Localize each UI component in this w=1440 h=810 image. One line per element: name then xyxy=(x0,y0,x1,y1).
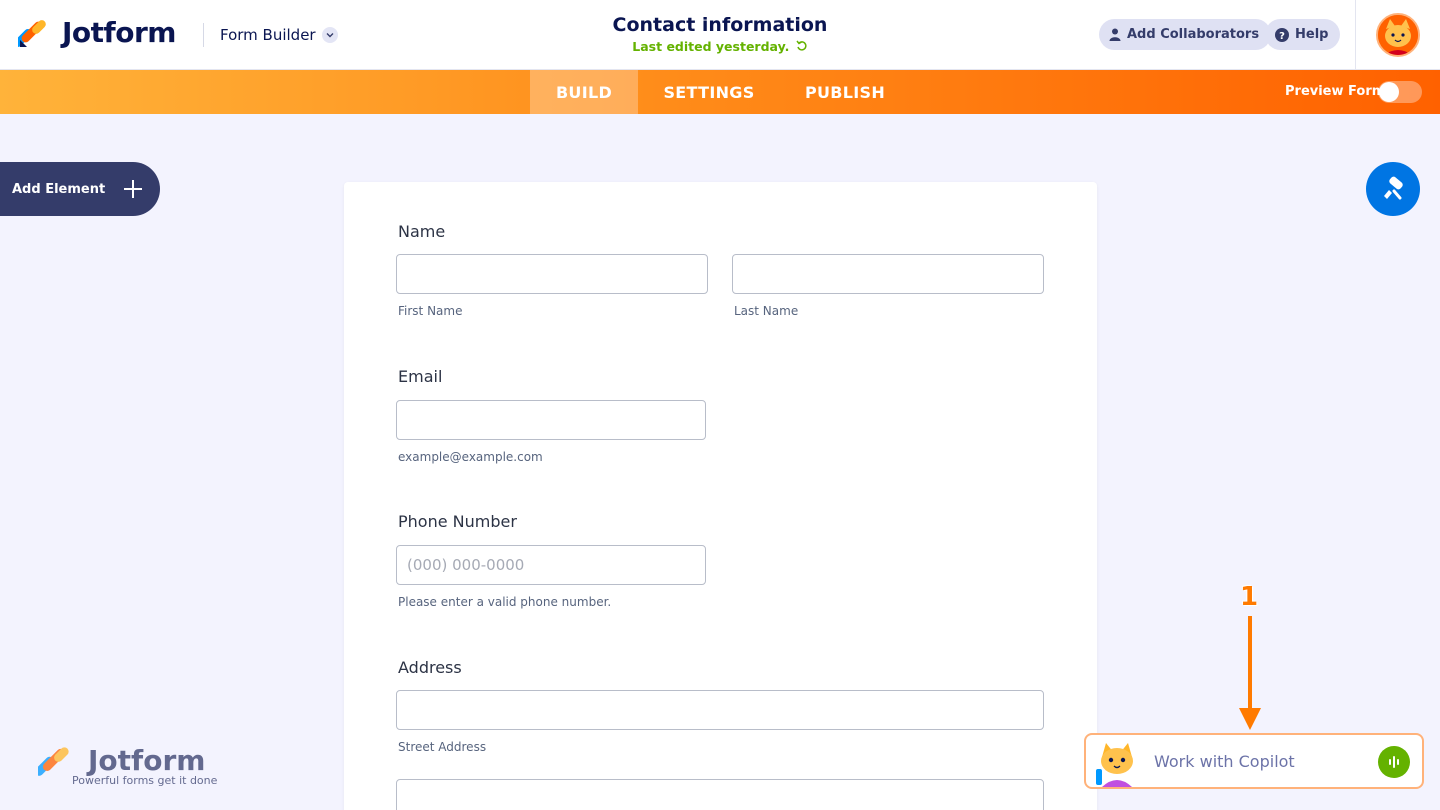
brand-name: Jotform xyxy=(62,16,176,49)
add-collaborators-button[interactable]: Add Collaborators xyxy=(1099,19,1272,50)
last-edited-status: Last edited yesterday. xyxy=(560,39,880,54)
top-header: Jotform Form Builder Contact information… xyxy=(0,0,1440,70)
refresh-icon xyxy=(796,40,807,51)
svg-text:?: ? xyxy=(1279,31,1285,42)
address-label: Address xyxy=(398,658,462,677)
form-canvas: Name First Name Last Name Email example@… xyxy=(344,182,1097,810)
add-element-label: Add Element xyxy=(12,181,106,197)
street-address-sublabel: Street Address xyxy=(398,740,487,754)
last-edited-text: Last edited yesterday. xyxy=(632,39,790,54)
email-input[interactable] xyxy=(396,400,706,440)
voice-button[interactable] xyxy=(1378,746,1410,778)
phone-label: Phone Number xyxy=(398,512,517,531)
help-button[interactable]: ? Help xyxy=(1265,19,1341,50)
street-address-input[interactable] xyxy=(396,690,1044,730)
add-collaborators-label: Add Collaborators xyxy=(1127,27,1260,42)
form-designer-button[interactable] xyxy=(1366,162,1420,216)
header-divider-right xyxy=(1355,0,1356,70)
annotation-arrow-icon xyxy=(1239,616,1261,730)
help-label: Help xyxy=(1295,27,1329,42)
copilot-bar[interactable]: Work with Copilot xyxy=(1084,733,1424,789)
user-icon xyxy=(1109,28,1121,41)
jotform-watermark: Jotform Powerful forms get it done xyxy=(34,744,217,787)
form-builder-dropdown[interactable]: Form Builder xyxy=(220,26,338,44)
street-address-line2-input[interactable] xyxy=(396,779,1044,810)
add-element-button[interactable]: Add Element xyxy=(0,162,160,216)
jotform-logo[interactable]: Jotform xyxy=(18,16,176,49)
form-title[interactable]: Contact information xyxy=(560,14,880,36)
phone-sublabel: Please enter a valid phone number. xyxy=(398,595,612,609)
watermark-brand: Jotform xyxy=(88,744,206,777)
form-builder-label: Form Builder xyxy=(220,26,316,44)
tab-publish[interactable]: PUBLISH xyxy=(790,70,900,114)
help-icon: ? xyxy=(1275,27,1289,42)
email-sublabel: example@example.com xyxy=(398,450,543,464)
last-name-sublabel: Last Name xyxy=(734,304,799,318)
watermark-tagline: Powerful forms get it done xyxy=(72,774,218,787)
builder-nav-bar: BUILD SETTINGS PUBLISH xyxy=(0,70,1440,114)
audio-wave-icon xyxy=(1389,756,1399,768)
annotation-number: 1 xyxy=(1240,582,1259,612)
copilot-label: Work with Copilot xyxy=(1154,752,1295,771)
tab-settings[interactable]: SETTINGS xyxy=(648,70,770,114)
name-label: Name xyxy=(398,222,446,241)
jotform-logo-icon xyxy=(18,19,46,47)
first-name-input[interactable] xyxy=(396,254,708,294)
jotform-watermark-icon xyxy=(34,747,69,776)
chevron-down-icon xyxy=(321,27,338,43)
first-name-sublabel: First Name xyxy=(398,304,463,318)
tab-build[interactable]: BUILD xyxy=(530,70,638,114)
email-label: Email xyxy=(398,367,443,386)
plus-icon xyxy=(124,180,142,198)
paint-roller-icon xyxy=(1384,176,1403,200)
last-name-input[interactable] xyxy=(732,254,1044,294)
phone-input[interactable] xyxy=(396,545,706,585)
preview-form-toggle[interactable] xyxy=(1378,81,1422,103)
header-divider xyxy=(203,23,204,47)
copilot-cat-icon xyxy=(1096,743,1133,787)
cat-avatar-icon xyxy=(1378,15,1418,55)
toggle-knob xyxy=(1379,82,1399,102)
user-avatar[interactable] xyxy=(1376,13,1420,57)
preview-form-label: Preview Form xyxy=(1285,84,1386,99)
